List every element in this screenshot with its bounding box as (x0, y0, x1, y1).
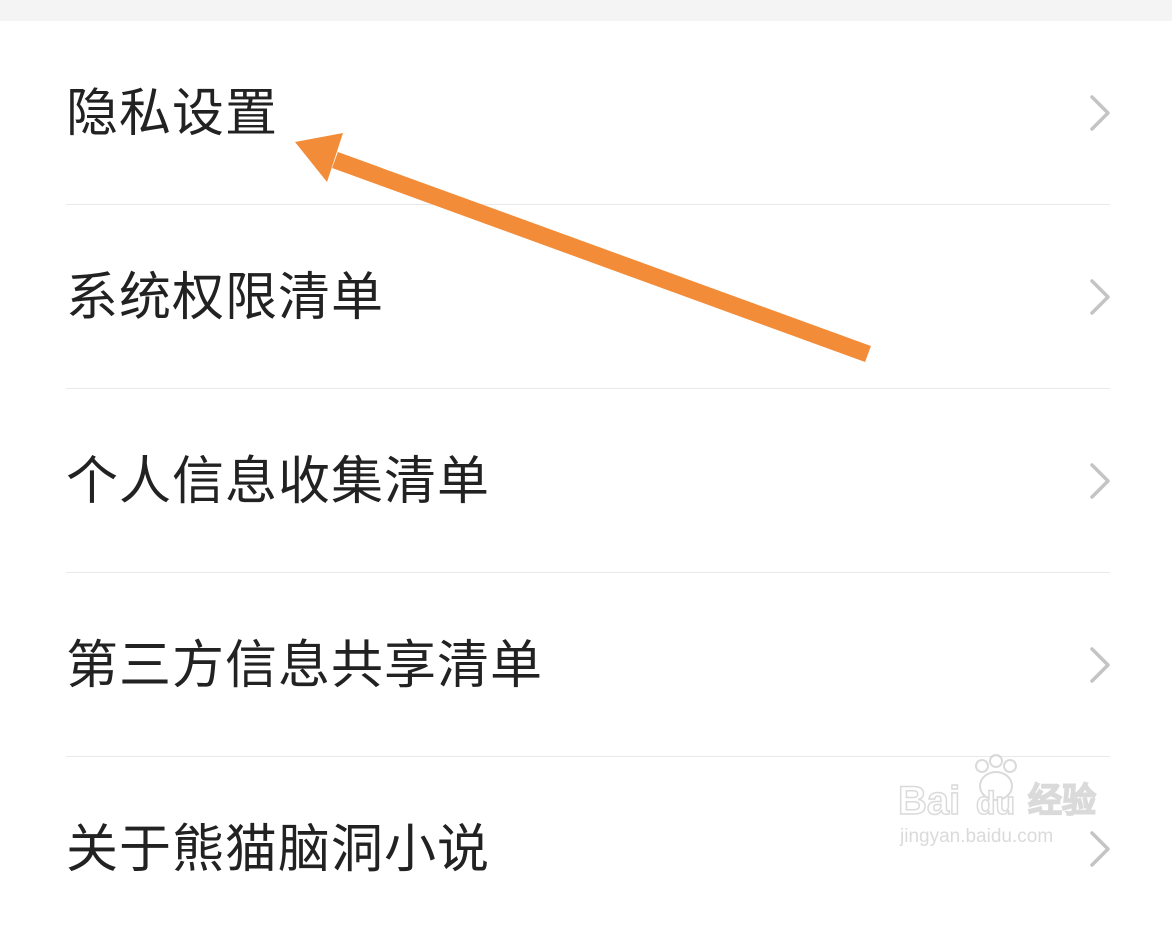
menu-item-system-permissions[interactable]: 系统权限清单 (0, 205, 1172, 389)
top-strip (0, 0, 1172, 21)
menu-item-label: 系统权限清单 (66, 268, 385, 328)
menu-item-third-party-sharing[interactable]: 第三方信息共享清单 (0, 573, 1172, 757)
menu-item-about-app[interactable]: 关于熊猫脑洞小说 (0, 757, 1172, 941)
menu-item-privacy-settings[interactable]: 隐私设置 (0, 21, 1172, 205)
chevron-right-icon (1090, 463, 1110, 499)
chevron-right-icon (1090, 647, 1110, 683)
settings-list: 隐私设置 系统权限清单 个人信息收集清单 第三方信息共享清单 关于熊猫脑洞小说 (0, 21, 1172, 941)
menu-item-personal-info-collection[interactable]: 个人信息收集清单 (0, 389, 1172, 573)
chevron-right-icon (1090, 95, 1110, 131)
menu-item-label: 关于熊猫脑洞小说 (66, 820, 491, 880)
menu-item-label: 隐私设置 (66, 84, 279, 144)
chevron-right-icon (1090, 279, 1110, 315)
chevron-right-icon (1090, 831, 1110, 867)
menu-item-label: 个人信息收集清单 (66, 452, 491, 512)
menu-item-label: 第三方信息共享清单 (66, 636, 544, 696)
